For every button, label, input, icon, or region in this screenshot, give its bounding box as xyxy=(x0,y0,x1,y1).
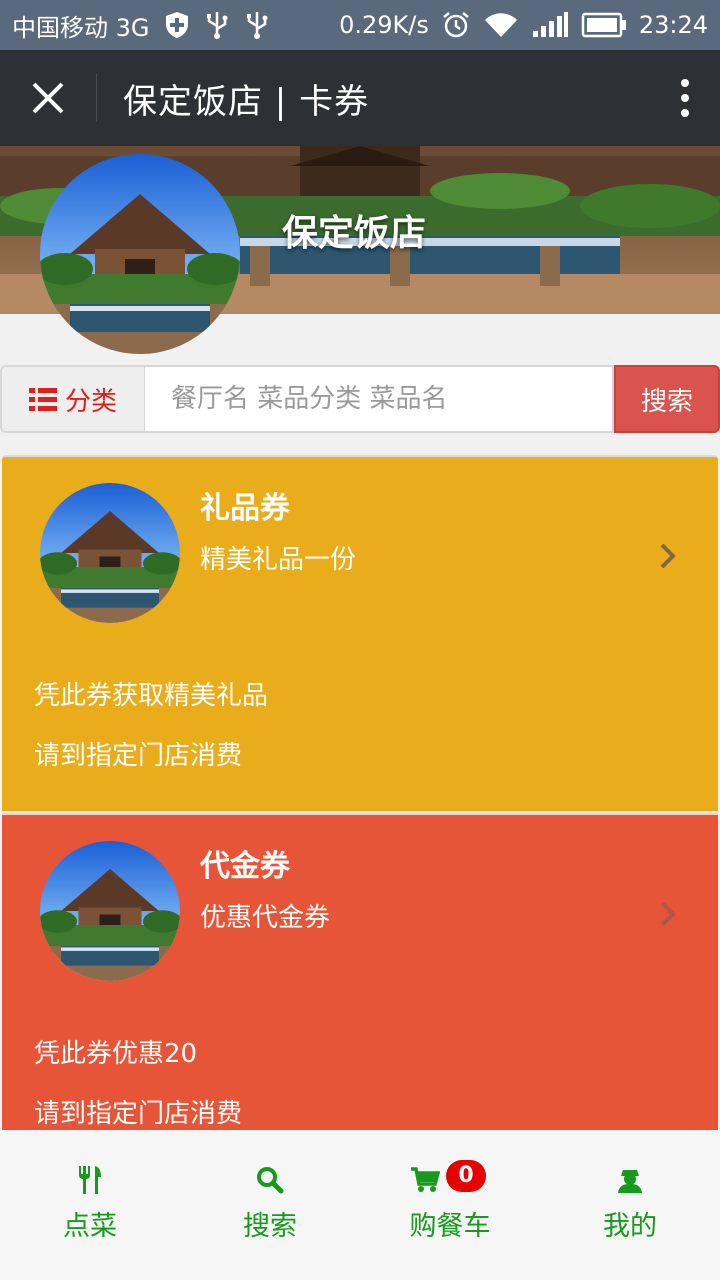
nav-label: 购餐车 xyxy=(409,1210,491,1242)
carrier-label: 中国移动 3G xyxy=(12,13,150,42)
close-icon xyxy=(32,82,64,114)
nav-item-search[interactable]: 搜索 xyxy=(180,1130,360,1280)
battery-icon xyxy=(581,12,627,38)
nav-label: 我的 xyxy=(603,1210,657,1242)
nav-label: 点菜 xyxy=(63,1210,117,1242)
nav-item-mine[interactable]: 我的 xyxy=(540,1130,720,1280)
cart-icon xyxy=(411,1166,440,1192)
category-button[interactable]: 分类 xyxy=(0,365,144,433)
nav-item-order[interactable]: 点菜 xyxy=(0,1130,180,1280)
usb-icon xyxy=(204,10,230,40)
close-button[interactable] xyxy=(0,50,96,146)
more-vertical-icon xyxy=(681,79,689,117)
page-title: 保定饭店 | 卡券 xyxy=(123,81,370,122)
restaurant-avatar xyxy=(40,154,240,354)
coupon-subtitle: 优惠代金券 xyxy=(200,903,331,933)
network-speed: 0.29K/s xyxy=(339,11,429,39)
search-input[interactable] xyxy=(144,365,614,433)
coupon-thumbnail xyxy=(40,483,180,623)
title-divider xyxy=(96,74,97,122)
bottom-nav: 点菜 搜索 0 购餐车 我的 xyxy=(0,1130,720,1280)
shield-plus-icon xyxy=(164,11,190,39)
clock-time: 23:24 xyxy=(638,11,708,39)
coupon-title: 代金券 xyxy=(200,849,290,884)
category-label: 分类 xyxy=(64,386,117,417)
coupon-thumbnail xyxy=(40,841,180,981)
title-bar: 保定饭店 | 卡券 xyxy=(0,50,720,146)
coupon-card-voucher[interactable]: 代金券 优惠代金券 凭此券优惠20 请到指定门店消费 xyxy=(2,813,718,1169)
chevron-right-icon xyxy=(658,541,678,575)
search-icon xyxy=(257,1166,284,1193)
coupon-card-gift[interactable]: 礼品券 精美礼品一份 凭此券获取精美礼品 请到指定门店消费 xyxy=(2,455,718,811)
coupon-subtitle: 精美礼品一份 xyxy=(200,545,357,575)
list-icon xyxy=(28,388,57,411)
cutlery-icon xyxy=(79,1165,101,1194)
chevron-right-icon xyxy=(658,899,678,933)
coupon-store-note: 请到指定门店消费 xyxy=(34,741,243,771)
search-bar: 分类 搜索 xyxy=(0,365,720,433)
coupon-store-note: 请到指定门店消费 xyxy=(34,1099,243,1129)
cart-count-badge: 0 xyxy=(446,1159,486,1192)
alarm-icon xyxy=(441,10,471,40)
nav-item-cart[interactable]: 0 购餐车 xyxy=(360,1130,540,1280)
coupon-description: 凭此券优惠20 xyxy=(34,1039,198,1069)
usb-icon xyxy=(244,10,270,40)
coupon-title: 礼品券 xyxy=(200,491,290,526)
status-bar: 中国移动 3G 0.29K/s 23:24 xyxy=(0,0,720,50)
search-button[interactable]: 搜索 xyxy=(614,365,720,433)
nav-label: 搜索 xyxy=(243,1210,297,1242)
wifi-icon xyxy=(483,11,519,39)
more-menu-button[interactable] xyxy=(650,50,720,146)
restaurant-name: 保定饭店 xyxy=(282,213,427,254)
coupon-description: 凭此券获取精美礼品 xyxy=(34,681,269,711)
user-icon xyxy=(618,1169,642,1193)
signal-icon xyxy=(531,11,569,39)
